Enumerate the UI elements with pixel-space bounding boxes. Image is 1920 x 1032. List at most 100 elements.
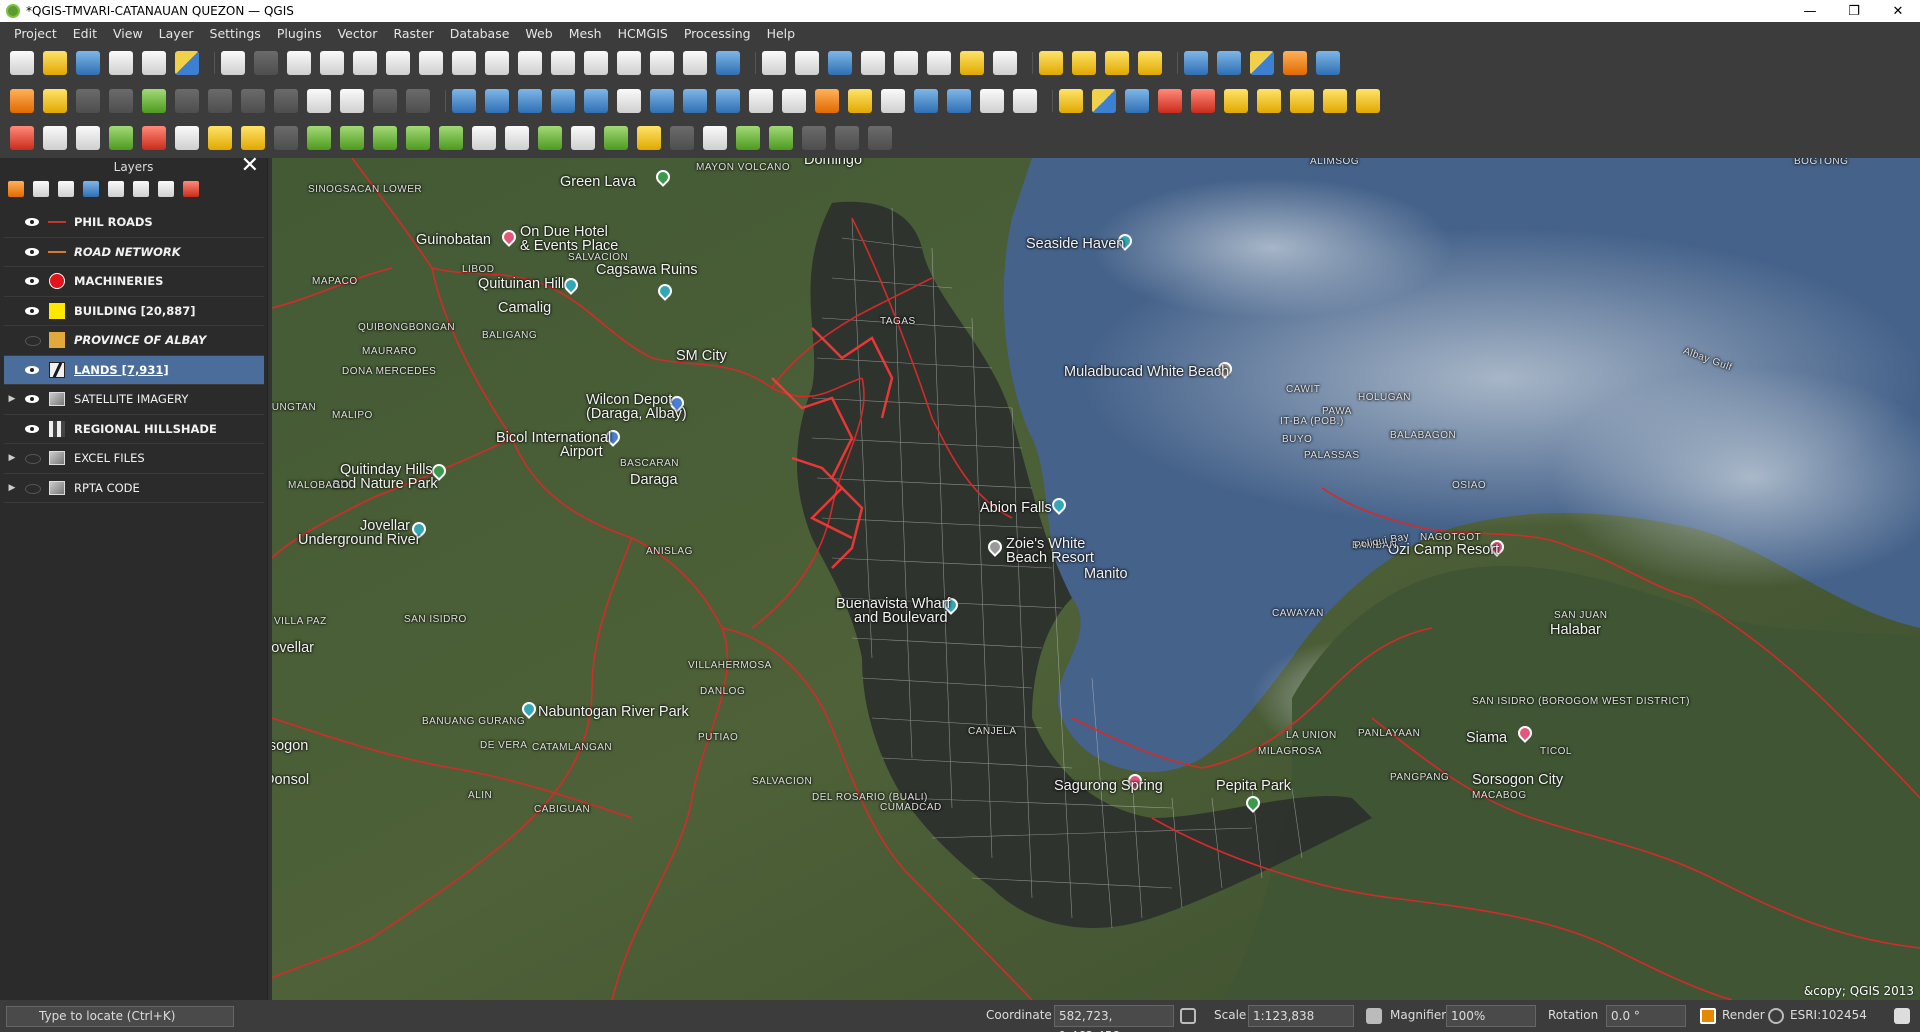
filter-by-expression-icon[interactable] [108, 181, 124, 197]
change-label-icon[interactable] [1323, 89, 1347, 113]
add-polygon-feature-icon[interactable] [142, 89, 166, 113]
layer-row-road-network[interactable]: ROAD NETWORK [4, 238, 264, 267]
layer-row-lands[interactable]: LANDS [7,931] [4, 355, 264, 385]
visibility-eye-icon[interactable] [24, 393, 42, 405]
toggle-editing-pencil-icon[interactable] [43, 89, 67, 113]
paste-features-icon[interactable] [340, 89, 364, 113]
close-icon[interactable]: ✕ [241, 155, 259, 177]
visibility-eye-icon[interactable] [24, 275, 42, 287]
mesh-select-icon[interactable] [868, 126, 892, 150]
highlight-pinned-labels-icon[interactable] [1125, 89, 1149, 113]
processing-toolbox-gear-icon[interactable] [828, 51, 852, 75]
merge-features-icon[interactable] [617, 89, 641, 113]
visibility-eye-icon[interactable] [24, 423, 42, 435]
split-features-icon[interactable] [584, 89, 608, 113]
render-checkbox-icon[interactable] [1700, 1008, 1716, 1024]
expand-arrow-icon[interactable]: ▶ [4, 483, 20, 493]
zoom-next-icon[interactable] [518, 51, 542, 75]
scale-field[interactable]: 1:123,838 [1248, 1005, 1354, 1027]
add-raster-layer-icon[interactable] [848, 89, 872, 113]
menu-raster[interactable]: Raster [385, 26, 441, 41]
menu-vector[interactable]: Vector [330, 26, 386, 41]
tree-icon[interactable] [736, 126, 760, 150]
measure-line-icon[interactable] [927, 51, 951, 75]
toggle-label-display-icon[interactable] [1158, 89, 1182, 113]
polygon-difference-icon[interactable] [472, 126, 496, 150]
zoom-native-icon[interactable] [452, 51, 476, 75]
visibility-eye-icon[interactable] [24, 305, 42, 317]
split-features-tool-icon[interactable] [208, 126, 232, 150]
new-print-layout-icon[interactable] [109, 51, 133, 75]
attribute-table-icon[interactable] [894, 51, 918, 75]
quickmapservices-icon[interactable] [1217, 51, 1241, 75]
simplify-icon[interactable] [914, 89, 938, 113]
polygon-smooth-icon[interactable] [637, 126, 661, 150]
current-edits-icon[interactable] [10, 89, 34, 113]
visibility-eye-icon[interactable] [24, 216, 42, 228]
expand-arrow-icon[interactable]: ▶ [4, 394, 20, 404]
polygon-intersect-icon[interactable] [505, 126, 529, 150]
polygon-dissolve-icon[interactable] [406, 126, 430, 150]
python-console-icon[interactable] [1250, 51, 1274, 75]
menu-hcmgis[interactable]: HCMGIS [610, 26, 676, 41]
menu-help[interactable]: Help [759, 26, 804, 41]
zoom-in-icon[interactable] [287, 51, 311, 75]
messages-icon[interactable] [1894, 1008, 1910, 1024]
map-canvas[interactable]: Guinobatan On Due Hotel & Events Place C… [272, 158, 1920, 1000]
save-project-icon[interactable] [76, 51, 100, 75]
redo-icon[interactable] [406, 89, 430, 113]
globe-icon[interactable] [1768, 1008, 1784, 1024]
help-icon[interactable] [1316, 51, 1340, 75]
menu-settings[interactable]: Settings [202, 26, 269, 41]
visibility-eye-icon[interactable] [24, 334, 42, 347]
polygon-erase-icon[interactable] [571, 126, 595, 150]
minimize-button[interactable]: — [1788, 0, 1832, 22]
polygon-buffer-icon[interactable] [307, 126, 331, 150]
diagram-options-icon[interactable] [1092, 89, 1116, 113]
digitize-icon[interactable] [109, 89, 133, 113]
menu-web[interactable]: Web [517, 26, 560, 41]
rectangle-icon[interactable] [518, 89, 542, 113]
pan-to-selection-icon[interactable] [254, 51, 278, 75]
layer-row-rpta-code[interactable]: ▶ RPTA CODE [4, 474, 264, 503]
snapping-icon[interactable] [782, 89, 806, 113]
tree-split-icon[interactable] [769, 126, 793, 150]
label-properties-icon[interactable] [1356, 89, 1380, 113]
mesh-tool-icon[interactable] [802, 126, 826, 150]
reshape-features-icon[interactable] [142, 126, 166, 150]
map-tips-icon[interactable] [960, 51, 984, 75]
collapse-all-icon[interactable] [158, 181, 174, 197]
layer-row-excel-files[interactable]: ▶ EXCEL FILES [4, 444, 264, 474]
new-project-icon[interactable] [10, 51, 34, 75]
mesh-grid-icon[interactable] [835, 126, 859, 150]
menu-project[interactable]: Project [6, 26, 65, 41]
lock-icon[interactable] [1366, 1008, 1382, 1024]
expand-all-icon[interactable] [133, 181, 149, 197]
move-label-icon[interactable] [1257, 89, 1281, 113]
rotate-label-icon[interactable] [1290, 89, 1314, 113]
db-manager-icon[interactable] [1184, 51, 1208, 75]
polygon-union-icon[interactable] [439, 126, 463, 150]
open-attribute-table-icon[interactable] [795, 51, 819, 75]
magnifier-field[interactable]: 100% [1446, 1005, 1536, 1027]
layer-row-machineries[interactable]: MACHINERIES [4, 267, 264, 297]
add-vector-layer-icon[interactable] [815, 89, 839, 113]
layer-row-satellite-imagery[interactable]: ▶ SATELLITE IMAGERY [4, 385, 264, 415]
coordinate-toggle-icon[interactable] [1180, 1008, 1196, 1024]
web-layer-icon[interactable] [716, 89, 740, 113]
polygon-split-icon[interactable] [538, 126, 562, 150]
add-ring-icon[interactable] [947, 89, 971, 113]
select-by-location-icon[interactable] [993, 51, 1017, 75]
layer-row-building[interactable]: BUILDING [20,887] [4, 297, 264, 326]
select-by-expression-icon[interactable] [1138, 51, 1162, 75]
polygon-merge-icon[interactable] [340, 126, 364, 150]
polygon-fill-icon[interactable] [604, 126, 628, 150]
zoom-to-selection-icon[interactable] [386, 51, 410, 75]
open-layer-styling-icon[interactable] [8, 181, 24, 197]
remove-layer-icon[interactable] [183, 181, 199, 197]
coordinate-field[interactable]: 582,723, 1,462,458 [1054, 1005, 1174, 1032]
digitize-shape-icon[interactable] [452, 89, 476, 113]
new-3d-map-view-icon[interactable] [584, 51, 608, 75]
close-button[interactable]: ✕ [1876, 0, 1920, 22]
visibility-eye-icon[interactable] [24, 452, 42, 465]
